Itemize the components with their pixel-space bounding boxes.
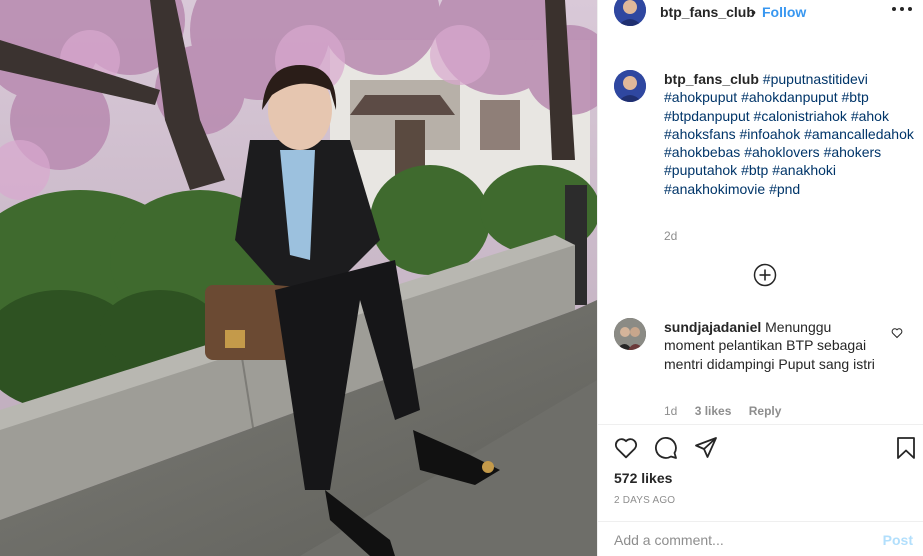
hashtag[interactable]: #ahok (851, 108, 889, 124)
post-date[interactable]: 2 DAYS AGO (614, 495, 675, 506)
hashtag[interactable]: #anakhoki (772, 162, 836, 178)
post-photo[interactable] (0, 0, 597, 556)
hashtag[interactable]: #ahokpuput (664, 89, 737, 105)
hashtag[interactable]: #ahokdanpuput (741, 89, 838, 105)
bookmark-icon[interactable] (894, 436, 918, 460)
author-avatar[interactable] (614, 0, 646, 26)
comment-meta: 1d 3 likes Reply (664, 404, 795, 418)
paper-plane-icon[interactable] (694, 436, 718, 460)
hashtag[interactable]: #puputnastitidevi (763, 71, 868, 87)
separator-dot: • (751, 4, 756, 20)
add-comment-input[interactable] (614, 532, 874, 548)
caption-avatar[interactable] (614, 70, 646, 102)
comment-text: sundjajadaniel Menunggu moment pelantika… (664, 318, 880, 373)
commenter-username[interactable]: sundjajadaniel (664, 319, 761, 335)
post-side-panel: btp_fans_club • Follow btp_fans_club #pu… (597, 0, 923, 556)
hashtag[interactable]: #btpdanpuput (664, 108, 750, 124)
heart-outline-icon[interactable] (614, 436, 638, 460)
hashtag[interactable]: #ahoklovers (744, 144, 820, 160)
comment-likes[interactable]: 3 likes (695, 404, 732, 418)
plus-circle-icon[interactable] (753, 263, 777, 287)
hashtag[interactable]: #calonistriahok (754, 108, 847, 124)
hashtag[interactable]: #pnd (769, 181, 800, 197)
post-comment-button[interactable]: Post (883, 532, 913, 548)
hashtag[interactable]: #anakhokimovie (664, 181, 765, 197)
caption-timestamp[interactable]: 2d (664, 229, 677, 243)
more-horizontal-icon[interactable] (890, 2, 914, 16)
hashtag[interactable]: #ahokers (824, 144, 882, 160)
hashtag[interactable]: #ahokbebas (664, 144, 740, 160)
hashtag[interactable]: #btp (741, 162, 768, 178)
hashtag[interactable]: #amancalledahok (804, 126, 914, 142)
comment-timestamp[interactable]: 1d (664, 404, 677, 418)
hashtag[interactable]: #btp (842, 89, 869, 105)
follow-button[interactable]: Follow (762, 4, 806, 20)
post-header: btp_fans_club • Follow (598, 0, 923, 26)
commenter-avatar[interactable] (614, 318, 646, 350)
author-username[interactable]: btp_fans_club (660, 4, 755, 20)
divider (598, 521, 923, 522)
likes-count[interactable]: 572 likes (614, 470, 672, 486)
speech-bubble-icon[interactable] (654, 436, 678, 460)
divider (598, 424, 923, 425)
hashtag[interactable]: #infoahok (740, 126, 801, 142)
hashtag[interactable]: #puputahok (664, 162, 737, 178)
small-heart-icon[interactable] (891, 327, 903, 339)
reply-button[interactable]: Reply (749, 404, 782, 418)
hashtag[interactable]: #ahoksfans (664, 126, 736, 142)
caption-username[interactable]: btp_fans_club (664, 71, 759, 87)
post-image (0, 0, 597, 556)
caption-text: btp_fans_club #puputnastitidevi #ahokpup… (664, 70, 914, 198)
